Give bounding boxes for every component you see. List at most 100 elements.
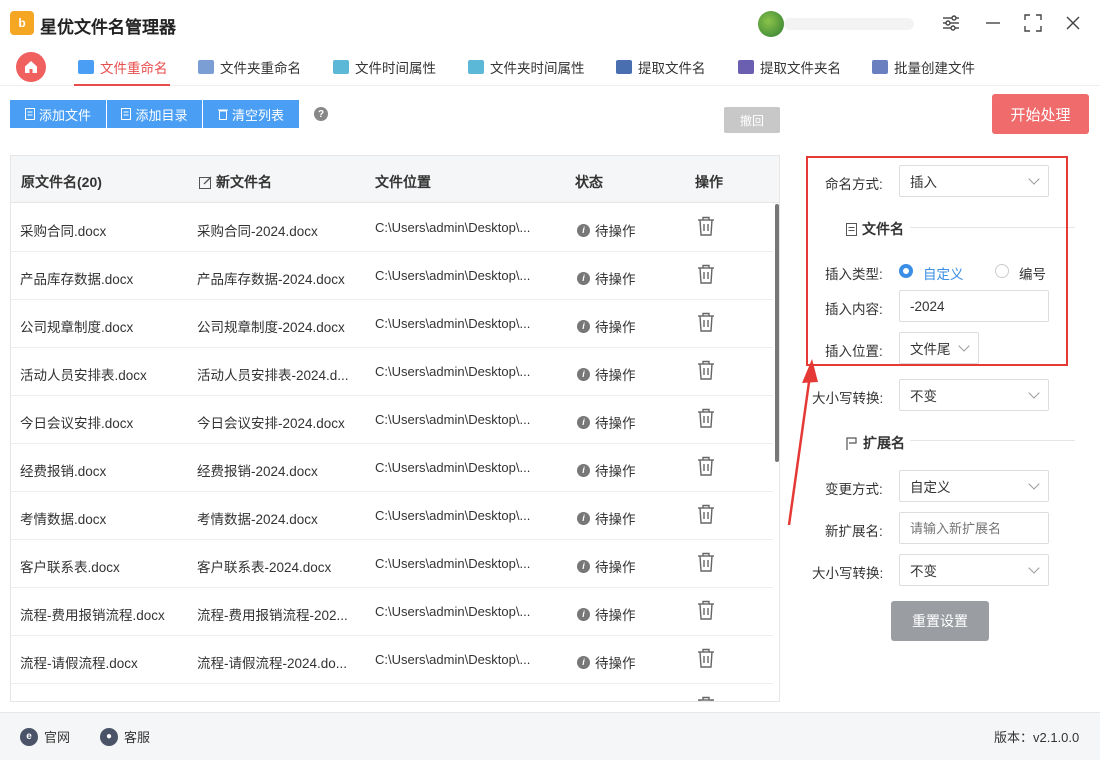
tab-label: 文件重命名 — [100, 61, 168, 76]
file-location: C:\Users\admin\Desktop\... — [375, 556, 531, 571]
settings-sliders-icon[interactable] — [938, 10, 964, 36]
new-extension-input[interactable] — [899, 512, 1049, 544]
tab-file-time[interactable]: 文件时间属性 — [333, 56, 436, 78]
new-filename: 产品库存数据-2024.docx — [197, 272, 345, 287]
table-scrollbar[interactable] — [775, 204, 779, 462]
change-mode-label: 变更方式: — [825, 482, 883, 497]
tab-extract-foldername[interactable]: 提取文件夹名 — [738, 56, 841, 78]
home-icon[interactable] — [16, 52, 46, 82]
table-row[interactable]: 客户联系表.docx 客户联系表-2024.docx C:\Users\admin\… — [11, 540, 773, 588]
section-divider — [910, 440, 1075, 441]
extension-case-value: 不变 — [910, 564, 937, 579]
file-location: C:\Users\admin\Desktop\... — [375, 508, 531, 523]
info-icon: i — [577, 607, 590, 621]
original-filename: 流程-费用报销流程.docx — [20, 608, 165, 623]
chevron-down-icon — [1028, 478, 1040, 490]
highlight-box — [806, 156, 1068, 366]
clear-list-button[interactable]: 清空列表 — [203, 100, 299, 128]
table-row[interactable]: 流程-费用报销流程.docx 流程-费用报销流程-202... C:\Users\a… — [11, 588, 773, 636]
tab-extract-filename[interactable]: 提取文件名 — [616, 56, 706, 78]
add-file-label: 添加文件 — [38, 107, 91, 123]
extract-foldername-icon — [738, 60, 754, 74]
table-row[interactable]: 考情数据.docx 考情数据-2024.docx C:\Users\admin\De… — [11, 492, 773, 540]
delete-row-icon[interactable] — [697, 456, 715, 476]
support-link[interactable]: ● 客服 — [100, 727, 150, 746]
status-cell: i 待操作 — [577, 460, 636, 480]
delete-row-icon[interactable] — [697, 552, 715, 572]
tab-folder-rename[interactable]: 文件夹重命名 — [198, 56, 301, 78]
status-cell: i 待操作 — [577, 364, 636, 384]
header-new-name: 新文件名 — [199, 172, 272, 192]
delete-row-icon[interactable] — [697, 408, 715, 428]
user-avatar[interactable] — [758, 11, 784, 37]
table-row[interactable]: 活动人员安排表.docx 活动人员安排表-2024.d... C:\Users\ad… — [11, 348, 773, 396]
status-text: 待操作 — [595, 416, 636, 431]
table-row[interactable]: 采购合同.docx 采购合同-2024.docx C:\Users\admin\De… — [11, 204, 773, 252]
delete-row-icon[interactable] — [697, 312, 715, 332]
new-filename: 流程-请假流程-2024.do... — [197, 656, 348, 671]
extension-section-label: 扩展名 — [863, 435, 905, 451]
delete-row-icon[interactable] — [697, 600, 715, 620]
file-table: 原文件名(20) 新文件名 文件位置 状态 操作 采购合同.docx 采购合同-2… — [10, 155, 780, 702]
table-row[interactable]: 经费报销.docx 经费报销-2024.docx C:\Users\admin\De… — [11, 444, 773, 492]
status-cell: i 待操作 — [577, 220, 636, 240]
website-link[interactable]: e 官网 — [20, 727, 70, 746]
delete-row-icon[interactable] — [697, 648, 715, 668]
help-icon[interactable]: ? — [314, 107, 328, 121]
minimize-icon[interactable] — [980, 10, 1006, 36]
info-icon: i — [577, 559, 590, 573]
new-filename: 客户联系表-2024.docx — [197, 560, 332, 575]
flag-icon — [846, 436, 857, 450]
table-row[interactable]: 今日会议安排.docx 今日会议安排-2024.docx C:\Users\admi… — [11, 396, 773, 444]
close-icon[interactable] — [1060, 10, 1086, 36]
table-row[interactable]: 产品库存数据.docx 产品库存数据-2024.docx C:\Users\admi… — [11, 252, 773, 300]
original-filename: 经费报销.docx — [20, 464, 107, 479]
file-time-icon — [333, 60, 349, 74]
table-row[interactable] — [11, 684, 773, 701]
delete-row-icon[interactable] — [697, 216, 715, 236]
case-convert-value: 不变 — [910, 389, 937, 404]
folder-time-icon — [468, 60, 484, 74]
case-convert-select[interactable]: 不变 — [899, 379, 1049, 411]
status-text: 待操作 — [595, 464, 636, 479]
add-file-button[interactable]: 添加文件 — [10, 100, 106, 128]
delete-row-icon[interactable] — [697, 264, 715, 284]
tab-label: 文件夹重命名 — [220, 61, 301, 76]
delete-row-icon[interactable] — [697, 504, 715, 524]
file-location: C:\Users\admin\Desktop\... — [375, 220, 531, 235]
status-text: 待操作 — [595, 272, 636, 287]
new-filename: 采购合同-2024.docx — [197, 224, 318, 239]
info-icon: i — [577, 655, 590, 669]
tab-file-rename[interactable]: 文件重命名 — [78, 56, 168, 78]
start-processing-button[interactable]: 开始处理 — [992, 94, 1089, 134]
info-icon: i — [577, 367, 590, 381]
footer: e 官网 ● 客服 版本：v2.1.0.0 — [0, 712, 1100, 760]
header-original-name: 原文件名(20) — [21, 174, 102, 190]
add-directory-button[interactable]: 添加目录 — [107, 100, 202, 128]
change-mode-value: 自定义 — [910, 480, 951, 495]
ie-browser-icon: e — [20, 727, 38, 746]
original-filename: 今日会议安排.docx — [20, 416, 134, 431]
undo-button[interactable]: 撤回 — [724, 107, 780, 133]
new-filename: 活动人员安排表-2024.d... — [197, 368, 349, 383]
header-new-name-label: 新文件名 — [216, 174, 272, 190]
table-row[interactable]: 流程-请假流程.docx 流程-请假流程-2024.do... C:\Users\a… — [11, 636, 773, 684]
maximize-icon[interactable] — [1020, 10, 1046, 36]
status-cell: i 待操作 — [577, 604, 636, 624]
header-location: 文件位置 — [375, 174, 431, 190]
chat-bubble-icon: ● — [100, 727, 118, 746]
delete-row-icon[interactable] — [697, 360, 715, 380]
info-icon: i — [577, 415, 590, 429]
delete-row-icon[interactable] — [697, 696, 715, 701]
tab-label: 文件夹时间属性 — [490, 61, 585, 76]
table-row[interactable]: 公司规章制度.docx 公司规章制度-2024.docx C:\Users\admi… — [11, 300, 773, 348]
change-mode-select[interactable]: 自定义 — [899, 470, 1049, 502]
tab-batch-create[interactable]: 批量创建文件 — [872, 56, 975, 78]
status-cell: i 待操作 — [577, 556, 636, 576]
extension-case-select[interactable]: 不变 — [899, 554, 1049, 586]
file-location: C:\Users\admin\Desktop\... — [375, 652, 531, 667]
title-bar: b 星优文件名管理器 — [0, 0, 1100, 46]
tab-folder-time[interactable]: 文件夹时间属性 — [468, 56, 585, 78]
original-filename: 产品库存数据.docx — [20, 272, 134, 287]
reset-settings-button[interactable]: 重置设置 — [891, 601, 989, 641]
